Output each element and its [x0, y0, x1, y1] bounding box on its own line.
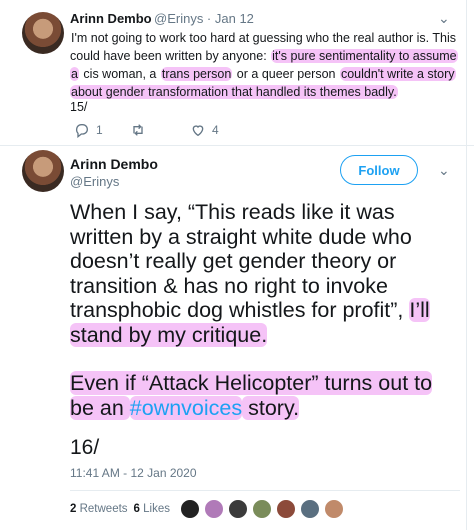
retweet-button[interactable] — [130, 122, 146, 138]
highlighted-text: trans person — [160, 67, 233, 81]
divider — [466, 0, 467, 530]
likes-count: 6 — [133, 503, 140, 515]
chevron-down-icon[interactable]: ⌄ — [438, 10, 450, 27]
engagement-stats: 2 Retweets 6 Likes — [70, 503, 170, 515]
thread-number: 15/ — [70, 100, 88, 114]
divider — [0, 145, 474, 146]
likes-label: Likes — [143, 503, 171, 515]
chevron-down-icon[interactable]: ⌄ — [438, 162, 450, 179]
timestamp[interactable]: 11:41 AM - 12 Jan 2020 — [70, 466, 197, 480]
avatar[interactable] — [276, 499, 296, 519]
retweet-icon — [133, 124, 143, 136]
retweets-stat[interactable]: 2 Retweets — [70, 503, 128, 515]
highlighted-text: story. — [242, 395, 300, 420]
reply-icon — [75, 124, 88, 138]
author-name[interactable]: Arinn Dembo — [70, 156, 158, 172]
like-icon — [192, 125, 204, 137]
like-count: 4 — [212, 123, 219, 137]
author-handle-date: @Erinys · Jan 12 — [154, 11, 254, 26]
avatar[interactable] — [180, 499, 200, 519]
avatar[interactable] — [252, 499, 272, 519]
liker-avatars — [180, 499, 344, 519]
like-button[interactable]: 4 — [190, 122, 219, 138]
author-name[interactable]: Arinn Dembo — [70, 11, 152, 26]
avatar[interactable] — [204, 499, 224, 519]
tweet-15[interactable]: Arinn Dembo @Erinys · Jan 12 ⌄ I'm not g… — [0, 0, 474, 150]
tweet-paragraph: When I say, “This reads like it was writ… — [70, 200, 460, 347]
retweets-label: Retweets — [79, 503, 128, 515]
hashtag-link[interactable]: #ownvoices — [129, 395, 243, 420]
reply-button[interactable]: 1 — [74, 122, 103, 138]
tweet-text: When I say, “This reads like it was writ… — [70, 200, 460, 444]
tweet-text-part: cis woman, a — [79, 67, 160, 81]
tweet-text: I'm not going to work too hard at guessi… — [70, 29, 460, 101]
likes-stat[interactable]: 6 Likes — [134, 503, 170, 515]
tweet-text-part: When I say, “This reads like it was writ… — [70, 200, 412, 322]
thread-number: 16/ — [70, 436, 100, 459]
avatar[interactable] — [300, 499, 320, 519]
tweet-text-part: or a queer person — [233, 67, 339, 81]
reply-count: 1 — [96, 123, 103, 137]
avatar[interactable] — [22, 12, 64, 54]
avatar[interactable] — [22, 150, 64, 192]
follow-button[interactable]: Follow — [340, 155, 418, 185]
tweet-paragraph: Even if “Attack Helicopter” turns out to… — [70, 371, 460, 420]
avatar[interactable] — [228, 499, 248, 519]
retweets-count: 2 — [70, 503, 77, 515]
author-handle[interactable]: @Erinys — [70, 174, 119, 189]
divider — [70, 490, 460, 491]
avatar[interactable] — [324, 499, 344, 519]
